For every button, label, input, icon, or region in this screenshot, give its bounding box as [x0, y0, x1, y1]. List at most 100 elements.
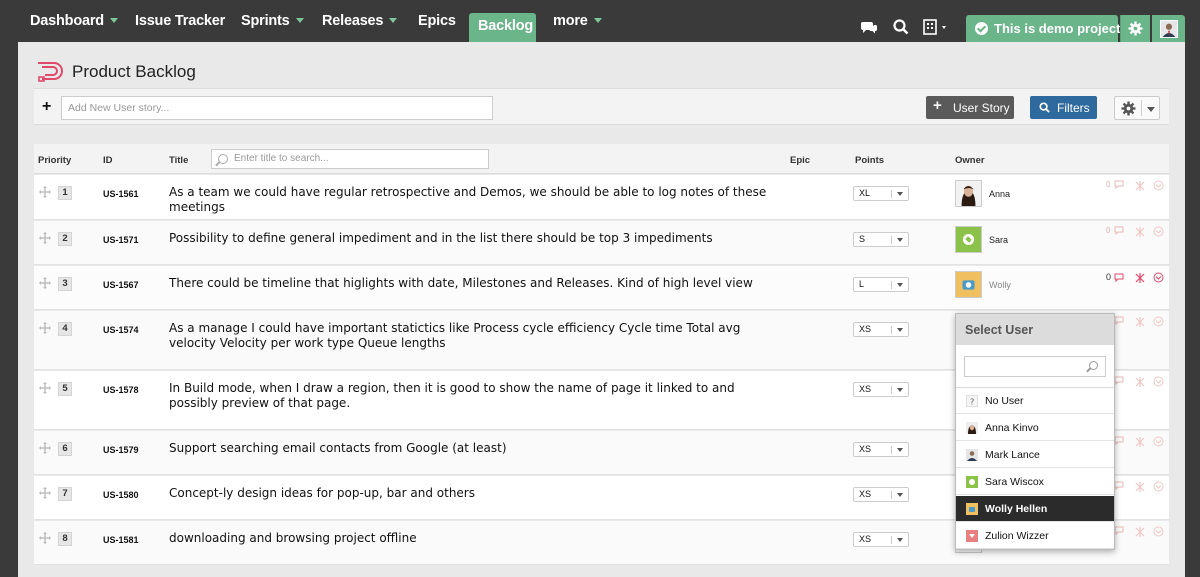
add-user-story-button[interactable]: + User Story	[926, 96, 1014, 119]
user-option[interactable]: Wolly Hellen	[956, 496, 1114, 522]
bug-icon[interactable]	[1134, 272, 1146, 284]
points-select[interactable]: XS	[853, 322, 909, 337]
points-select[interactable]: XS	[853, 532, 909, 547]
settings-dropdown-button[interactable]	[1114, 96, 1160, 120]
comment-icon[interactable]	[1114, 273, 1124, 282]
col-priority[interactable]: Priority	[38, 155, 71, 166]
search-icon[interactable]	[892, 18, 910, 36]
story-title[interactable]: As a manage I could have important stati…	[169, 321, 779, 351]
drag-handle-icon[interactable]	[39, 277, 51, 289]
story-id[interactable]: US-1561	[103, 189, 139, 199]
points-select[interactable]: S	[853, 232, 909, 247]
chevron-circle-down-icon[interactable]	[1153, 481, 1164, 492]
chevron-circle-down-icon[interactable]	[1153, 436, 1164, 447]
settings-button[interactable]	[1120, 15, 1150, 42]
story-title[interactable]: In Build mode, when I draw a region, the…	[169, 381, 779, 411]
user-option[interactable]: Zulion Wizzer	[956, 523, 1114, 549]
points-select[interactable]: XS	[853, 382, 909, 397]
bug-icon[interactable]	[1134, 316, 1146, 328]
drag-handle-icon[interactable]	[39, 442, 51, 454]
drag-handle-icon[interactable]	[39, 232, 51, 244]
bug-icon[interactable]	[1134, 226, 1146, 238]
owner-avatar[interactable]	[955, 271, 982, 298]
story-title[interactable]: downloading and browsing project offline	[169, 531, 779, 546]
table-row[interactable]: 2 US-1571 Possibility to define general im…	[34, 221, 1169, 265]
chevron-circle-down-icon[interactable]	[1153, 376, 1164, 387]
story-id[interactable]: US-1578	[103, 385, 139, 395]
drag-handle-icon[interactable]	[39, 382, 51, 394]
user-option[interactable]: Mark Lance	[956, 442, 1114, 468]
story-title[interactable]: Possibility to define general impediment…	[169, 231, 779, 246]
owner-name[interactable]: Sara	[989, 235, 1008, 245]
user-avatar-button[interactable]	[1152, 15, 1185, 42]
building-icon[interactable]	[922, 18, 952, 36]
chevron-circle-down-icon[interactable]	[1153, 272, 1164, 283]
demo-project-badge[interactable]: This is demo project	[966, 15, 1120, 42]
col-epic[interactable]: Epic	[790, 155, 810, 166]
col-owner[interactable]: Owner	[955, 155, 985, 166]
title-search-input[interactable]: Enter title to search...	[211, 149, 489, 169]
divider	[891, 491, 892, 499]
bug-icon[interactable]	[1134, 180, 1146, 192]
story-title[interactable]: There could be timeline that higlights w…	[169, 276, 779, 291]
owner-name[interactable]: Anna	[989, 189, 1010, 199]
user-search-input[interactable]	[964, 356, 1106, 377]
nav-sprints[interactable]: Sprints	[241, 13, 304, 33]
col-points[interactable]: Points	[855, 155, 884, 166]
chevron-circle-down-icon[interactable]	[1153, 226, 1164, 237]
owner-name[interactable]: Wolly	[989, 280, 1011, 290]
nav-dashboard[interactable]: Dashboard	[30, 13, 118, 33]
story-id[interactable]: US-1581	[103, 535, 139, 545]
comment-icon[interactable]	[1114, 316, 1124, 325]
comment-icon[interactable]	[1114, 526, 1124, 535]
comment-icon[interactable]	[1114, 376, 1124, 385]
points-select[interactable]: L	[853, 277, 909, 292]
nav-more[interactable]: more	[553, 13, 602, 33]
bug-icon[interactable]	[1134, 526, 1146, 538]
story-title[interactable]: Support searching email contacts from Go…	[169, 441, 779, 456]
comment-icon[interactable]	[1114, 226, 1124, 235]
points-select[interactable]: XS	[853, 487, 909, 502]
owner-avatar[interactable]	[955, 226, 982, 253]
page-title: Product Backlog	[72, 62, 196, 81]
story-title[interactable]: Concept-ly design ideas for pop-up, bar …	[169, 486, 779, 501]
chevron-circle-down-icon[interactable]	[1153, 526, 1164, 537]
story-title[interactable]: As a team we could have regular retrospe…	[169, 185, 779, 215]
story-id[interactable]: US-1574	[103, 325, 139, 335]
nav-issue-tracker[interactable]: Issue Tracker	[135, 13, 225, 33]
col-title[interactable]: Title	[169, 155, 188, 166]
comment-icon[interactable]	[1114, 180, 1124, 189]
plus-icon[interactable]: +	[42, 98, 51, 116]
add-user-story-input[interactable]: Add New User story...	[61, 96, 493, 120]
nav-releases[interactable]: Releases	[322, 13, 398, 33]
col-id[interactable]: ID	[103, 155, 113, 166]
chat-icon[interactable]	[860, 18, 878, 36]
story-id[interactable]: US-1579	[103, 445, 139, 455]
drag-handle-icon[interactable]	[39, 487, 51, 499]
comment-icon[interactable]	[1114, 436, 1124, 445]
owner-avatar[interactable]	[955, 180, 982, 207]
nav-backlog[interactable]: Backlog	[478, 18, 533, 38]
chevron-circle-down-icon[interactable]	[1153, 316, 1164, 327]
bug-icon[interactable]	[1134, 376, 1146, 388]
table-row[interactable]: 3 US-1567 There could be timeline that hig…	[34, 266, 1169, 310]
chevron-circle-down-icon[interactable]	[1153, 180, 1164, 191]
filters-button[interactable]: Filters	[1030, 96, 1097, 119]
drag-handle-icon[interactable]	[39, 532, 51, 544]
story-id[interactable]: US-1580	[103, 490, 139, 500]
user-option-label: Anna Kinvo	[985, 422, 1039, 434]
points-select[interactable]: XS	[853, 442, 909, 457]
points-select[interactable]: XL	[853, 186, 909, 201]
user-option[interactable]: Anna Kinvo	[956, 415, 1114, 441]
drag-handle-icon[interactable]	[39, 186, 51, 198]
comment-icon[interactable]	[1114, 481, 1124, 490]
story-id[interactable]: US-1567	[103, 280, 139, 290]
table-row[interactable]: 1 US-1561 As a team we could have regular …	[34, 175, 1169, 220]
story-id[interactable]: US-1571	[103, 235, 139, 245]
bug-icon[interactable]	[1134, 436, 1146, 448]
bug-icon[interactable]	[1134, 481, 1146, 493]
drag-handle-icon[interactable]	[39, 322, 51, 334]
user-option[interactable]: Sara Wiscox	[956, 469, 1114, 495]
nav-epics[interactable]: Epics	[418, 13, 456, 33]
user-option[interactable]: ? No User	[956, 388, 1114, 414]
